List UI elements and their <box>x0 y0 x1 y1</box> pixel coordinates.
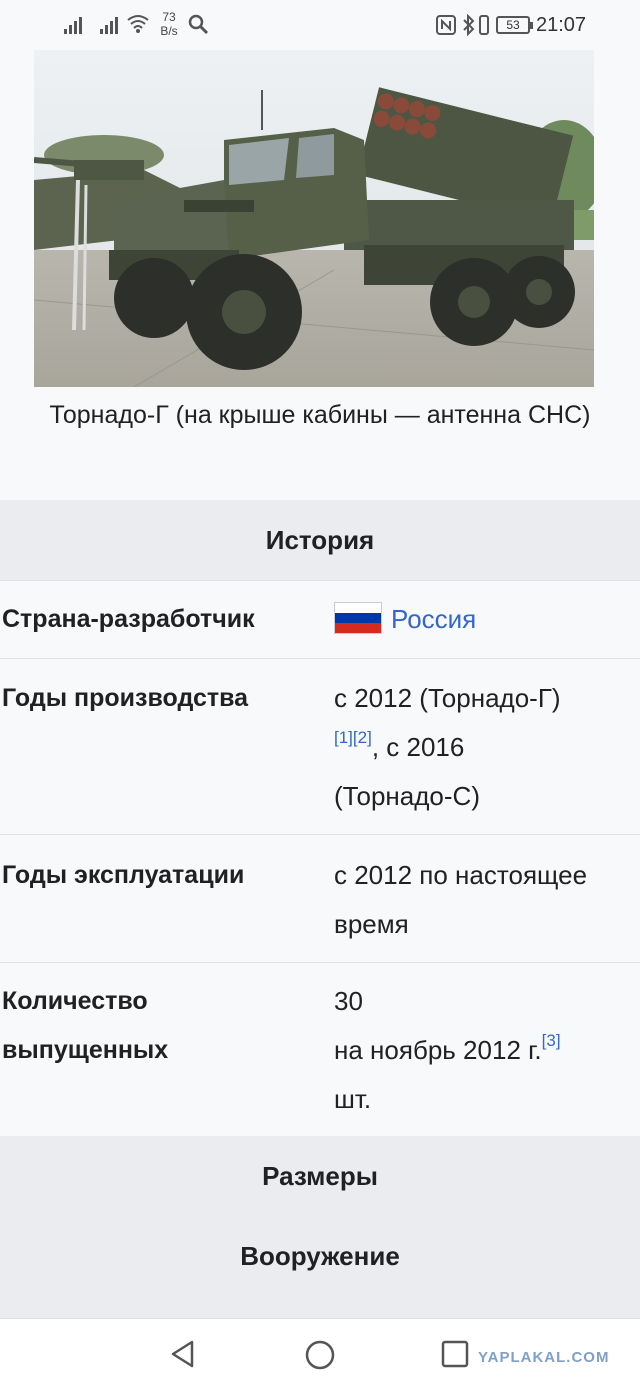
bluetooth-icon <box>463 14 475 36</box>
reference-link[interactable]: [2] <box>353 728 372 747</box>
network-speed: 73 B/s <box>160 10 178 38</box>
clock: 21:07 <box>536 14 587 36</box>
infobox-image: Торнадо-Г (на крыше кабины — антенна СНС… <box>0 50 640 500</box>
status-bar: 73 B/s 53 21:07 <box>0 0 640 50</box>
navigation-bar: YAPLAKAL.COM <box>0 1318 640 1387</box>
row-label: Годы эксплуатации <box>2 861 245 889</box>
row-label: Годы производства <box>2 684 249 712</box>
signal-2-icon <box>100 14 122 34</box>
section-header-dimensions[interactable]: Размеры <box>0 1136 640 1216</box>
quantity-number: 30 <box>334 986 363 1016</box>
row-label: Количество выпущенных <box>2 987 169 1064</box>
section-header-armament[interactable]: Вооружение <box>0 1216 640 1296</box>
russia-flag-icon[interactable] <box>334 602 382 634</box>
back-icon[interactable] <box>168 1339 198 1369</box>
tornado-g-photo[interactable] <box>34 50 594 387</box>
signal-1-icon <box>64 14 86 34</box>
row-service-years: Годы эксплуатации с 2012 по настоящее вр… <box>0 834 640 962</box>
row-label: Страна-разработчик <box>2 605 255 633</box>
row-value: с 2012 по настоящее время <box>334 860 588 939</box>
reference-link[interactable]: [1] <box>334 728 353 747</box>
row-value: Россия <box>334 595 634 644</box>
image-caption: Торнадо-Г (на крыше кабины — антенна СНС… <box>49 401 591 429</box>
production-value-text: с 2012 (Торнадо-Г) <box>334 683 561 713</box>
watermark: YAPLAKAL.COM <box>478 1349 610 1366</box>
reference-link[interactable]: [3] <box>542 1031 561 1050</box>
collapsed-sections: Размеры Вооружение <box>0 1136 640 1318</box>
row-value: 30 на ноябрь 2012 г.[3] шт. <box>334 977 574 1124</box>
search-icon <box>188 14 209 35</box>
row-quantity: Количество выпущенных 30 на ноябрь 2012 … <box>0 962 640 1136</box>
wifi-icon <box>127 15 149 33</box>
row-production-years: Годы производства с 2012 (Торнадо-Г) [1][… <box>0 658 640 834</box>
recents-icon[interactable] <box>440 1339 470 1369</box>
nfc-icon <box>436 15 456 35</box>
row-value: с 2012 (Торнадо-Г)[1][2], с 2016 (Торнад… <box>334 674 574 821</box>
country-link[interactable]: Россия <box>391 604 476 634</box>
row-country: Страна-разработчик Россия <box>0 580 640 658</box>
home-icon[interactable] <box>304 1339 336 1371</box>
battery-indicator: 53 <box>496 16 533 34</box>
vibrate-icon <box>479 15 489 35</box>
quantity-date: на ноябрь 2012 г.[3] шт. <box>334 1031 561 1114</box>
section-header-history[interactable]: История <box>0 500 640 580</box>
